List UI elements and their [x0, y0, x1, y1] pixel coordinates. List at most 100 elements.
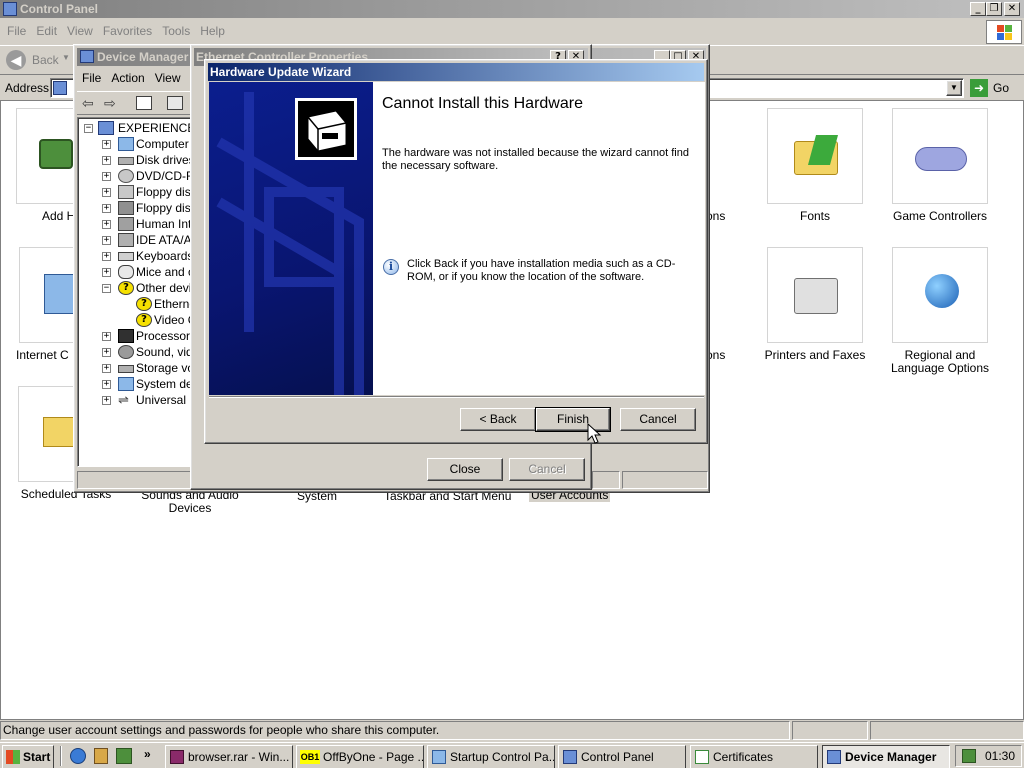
- properties-close-btn[interactable]: Close: [427, 458, 503, 481]
- expand-icon[interactable]: +: [102, 220, 111, 229]
- dm-menu-action[interactable]: Action: [106, 69, 149, 88]
- close-button[interactable]: ✕: [1004, 2, 1020, 16]
- wizard-titlebar[interactable]: Hardware Update Wizard: [208, 63, 704, 81]
- device-tree: − EXPERIENCE + Computer + Disk drives + DVD/…: [77, 117, 194, 467]
- expand-icon[interactable]: +: [102, 348, 111, 357]
- restore-button[interactable]: ❐: [986, 2, 1002, 16]
- back-dropdown-icon[interactable]: ▼: [62, 53, 70, 62]
- device-manager-app-icon: [80, 50, 94, 63]
- printer-icon: [794, 278, 838, 314]
- dm-menu-file[interactable]: File: [77, 69, 106, 88]
- minimize-button[interactable]: _: [970, 2, 986, 16]
- address-dropdown-button[interactable]: ▼: [946, 80, 962, 96]
- go-arrow-icon[interactable]: ➜: [970, 79, 988, 97]
- expand-icon[interactable]: +: [102, 140, 111, 149]
- tree-item[interactable]: + Storage vo: [80, 360, 194, 376]
- dm-properties-icon[interactable]: [167, 96, 183, 110]
- tray-network-icon[interactable]: [962, 749, 976, 763]
- expand-icon[interactable]: +: [102, 364, 111, 373]
- tree-root[interactable]: − EXPERIENCE: [80, 120, 193, 136]
- task-browser-rar[interactable]: browser.rar - Win...: [165, 745, 293, 768]
- wizard-heading: Cannot Install this Hardware: [382, 95, 583, 112]
- control-panel-titlebar[interactable]: Control Panel _ ❐ ✕: [0, 0, 1024, 18]
- quicklaunch-recycle-icon[interactable]: [94, 748, 108, 764]
- cp-item-fonts[interactable]: Fonts: [755, 108, 875, 223]
- taskbar: Start » browser.rar - Win... OB1 OffByOn…: [0, 742, 1024, 768]
- task-device-manager[interactable]: Device Manager: [822, 745, 950, 768]
- tree-item[interactable]: + System dev: [80, 376, 193, 392]
- quicklaunch-tool-icon[interactable]: [116, 748, 132, 764]
- task-startup-control-panel[interactable]: Startup Control Pa...: [427, 745, 555, 768]
- tree-label: Mice and ot: [136, 265, 194, 279]
- menu-file[interactable]: File: [2, 22, 31, 41]
- storage-volume-icon: [118, 365, 134, 373]
- back-arrow-icon[interactable]: ◀: [6, 50, 26, 70]
- tree-item[interactable]: + ⇌ Universal S: [80, 392, 193, 408]
- wizard-content: Cannot Install this Hardware The hardwar…: [373, 82, 705, 395]
- back-button-label[interactable]: Back: [32, 53, 59, 67]
- cp-item-game-controllers[interactable]: Game Controllers: [880, 108, 1000, 223]
- expand-icon[interactable]: +: [102, 380, 111, 389]
- menu-favorites[interactable]: Favorites: [98, 22, 157, 41]
- tree-item[interactable]: + Computer: [80, 136, 193, 152]
- tree-item[interactable]: + Mice and ot: [80, 264, 194, 280]
- tree-item[interactable]: + Processors: [80, 328, 193, 344]
- expand-icon[interactable]: +: [102, 236, 111, 245]
- dm-menu-view[interactable]: View: [150, 69, 186, 88]
- dm-forward-icon[interactable]: ⇨: [104, 95, 116, 112]
- dm-back-icon[interactable]: ⇦: [82, 95, 94, 112]
- collapse-icon[interactable]: −: [84, 124, 93, 133]
- expand-icon[interactable]: +: [102, 204, 111, 213]
- tree-item[interactable]: + IDE ATA/AT: [80, 232, 193, 248]
- cp-item-label: Fonts: [799, 209, 830, 223]
- add-hardware-icon: [39, 139, 73, 169]
- expand-icon[interactable]: +: [102, 172, 111, 181]
- menu-help[interactable]: Help: [195, 22, 230, 41]
- menu-tools[interactable]: Tools: [157, 22, 195, 41]
- control-panel-menubar: File Edit View Favorites Tools Help: [2, 22, 972, 42]
- offbyone-icon: OB1: [300, 750, 320, 764]
- task-offbyone[interactable]: OB1 OffByOne - Page ...: [296, 745, 424, 768]
- tree-label: Storage vo: [136, 361, 194, 375]
- wizard-cancel-button[interactable]: Cancel: [620, 408, 696, 431]
- menu-view[interactable]: View: [62, 22, 98, 41]
- expand-icon[interactable]: +: [102, 396, 111, 405]
- quicklaunch-ie-icon[interactable]: [70, 748, 86, 764]
- tree-item[interactable]: + Sound, vide: [80, 344, 194, 360]
- cp-item-regional-language[interactable]: Regional and Language Options: [880, 247, 1000, 375]
- expand-icon[interactable]: +: [102, 252, 111, 261]
- clock[interactable]: 01:30: [985, 749, 1015, 763]
- tree-item[interactable]: ? Etherne: [80, 296, 193, 312]
- tree-item[interactable]: + Human Inte: [80, 216, 193, 232]
- address-icon: [53, 81, 67, 95]
- tree-item[interactable]: + Floppy disk: [80, 184, 193, 200]
- go-button-label[interactable]: Go: [993, 81, 1009, 95]
- cp-item-printers-faxes[interactable]: Printers and Faxes: [755, 247, 875, 362]
- windows-logo: [986, 20, 1022, 44]
- task-label: browser.rar - Win...: [188, 750, 290, 764]
- tree-label: Sound, vide: [136, 345, 194, 359]
- device-manager-title: Device Manager: [97, 50, 189, 64]
- tree-item[interactable]: + Disk drives: [80, 152, 193, 168]
- task-control-panel[interactable]: Control Panel: [558, 745, 686, 768]
- task-certificates[interactable]: Certificates: [690, 745, 818, 768]
- tree-item[interactable]: + Keyboards: [80, 248, 193, 264]
- menu-edit[interactable]: Edit: [31, 22, 62, 41]
- start-button[interactable]: Start: [2, 745, 54, 768]
- expand-icon[interactable]: +: [102, 268, 111, 277]
- tree-item[interactable]: ? Video C: [80, 312, 193, 328]
- dm-status-pane: [77, 471, 194, 489]
- dm-show-hide-tree-icon[interactable]: [136, 96, 152, 110]
- expand-icon[interactable]: +: [102, 188, 111, 197]
- quicklaunch-chevron[interactable]: »: [144, 747, 151, 761]
- expand-icon[interactable]: +: [102, 332, 111, 341]
- properties-cancel-btn[interactable]: Cancel: [509, 458, 585, 481]
- tree-item[interactable]: + DVD/CD-RO: [80, 168, 193, 184]
- hardware-device-glyph: [307, 110, 347, 152]
- tree-item[interactable]: −? Other devic: [80, 280, 193, 296]
- expand-icon[interactable]: +: [102, 156, 111, 165]
- tree-item[interactable]: + Floppy disk: [80, 200, 193, 216]
- collapse-icon[interactable]: −: [102, 284, 111, 293]
- wizard-separator: [209, 396, 704, 398]
- wizard-back-button[interactable]: < Back: [460, 408, 536, 431]
